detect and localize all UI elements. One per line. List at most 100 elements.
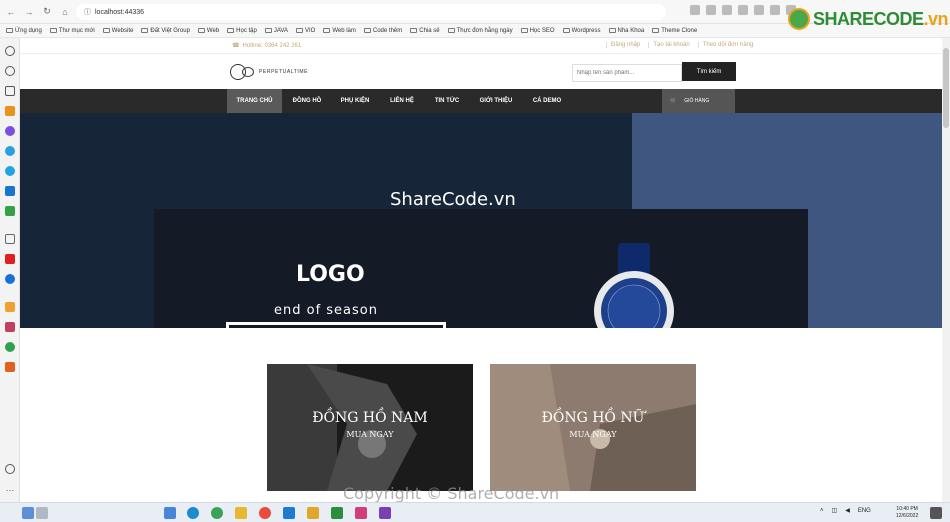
skype-icon[interactable] bbox=[5, 166, 15, 176]
folder-icon bbox=[520, 28, 528, 33]
nav-demo[interactable]: CÁ DEMO bbox=[524, 89, 570, 113]
folder-icon bbox=[363, 28, 371, 33]
volume-icon[interactable]: ◀ bbox=[845, 507, 850, 514]
bookmark-item[interactable]: Thực đơn hằng ngày bbox=[447, 28, 513, 34]
youtube-icon[interactable] bbox=[5, 254, 15, 264]
telegram-icon[interactable] bbox=[5, 146, 15, 156]
sharecode-suffix: .vn bbox=[923, 8, 949, 29]
search-button[interactable]: Tìm kiếm bbox=[682, 62, 736, 81]
bookmark-item[interactable]: Thư mục mới bbox=[49, 28, 95, 34]
chat-app-icon[interactable] bbox=[211, 507, 223, 519]
bookmark-item[interactable]: JAVA bbox=[264, 28, 288, 34]
profile-icon[interactable] bbox=[5, 322, 15, 332]
back-icon[interactable]: ← bbox=[4, 5, 18, 19]
notepad-icon[interactable] bbox=[331, 507, 343, 519]
bookmark-item[interactable]: Chia sẻ bbox=[410, 28, 440, 34]
shop-now-link[interactable]: MUA NGAY bbox=[490, 430, 696, 439]
language-indicator[interactable]: ENG bbox=[858, 508, 871, 514]
folder-icon bbox=[562, 28, 570, 33]
hero-frame bbox=[226, 322, 446, 328]
system-clock[interactable]: 10:40 PM 12/6/2022 bbox=[896, 506, 918, 520]
category-tile-men[interactable]: ĐỒNG HỒ NAM MUA NGAY bbox=[267, 364, 473, 491]
cart-button[interactable]: 🛒 GIỎ HÀNG bbox=[662, 89, 735, 113]
more-icon[interactable]: … bbox=[5, 484, 15, 494]
edge-icon[interactable] bbox=[187, 507, 199, 519]
hero-subtitle: end of season bbox=[274, 303, 378, 318]
extensions bbox=[690, 5, 796, 15]
bookmark-item[interactable]: Web bbox=[197, 28, 219, 34]
reload-icon[interactable]: ↻ bbox=[40, 5, 54, 19]
extension-icon[interactable] bbox=[754, 5, 764, 15]
notification-bell-icon[interactable] bbox=[5, 464, 15, 474]
extension-icon[interactable] bbox=[690, 5, 700, 15]
facebook-icon[interactable] bbox=[5, 274, 15, 284]
vscode-icon[interactable] bbox=[283, 507, 295, 519]
extension-icon[interactable] bbox=[5, 342, 15, 352]
search-input[interactable] bbox=[572, 64, 682, 82]
start-icon[interactable] bbox=[22, 507, 34, 519]
bookmark-item[interactable]: Theme Clone bbox=[652, 28, 697, 34]
notification-center-icon[interactable] bbox=[930, 507, 942, 519]
store-icon[interactable] bbox=[5, 362, 15, 372]
nav-accessories[interactable]: PHỤ KIỆN bbox=[332, 89, 378, 113]
category-tile-women[interactable]: ĐỒNG HỒ NỮ MUA NGAY bbox=[490, 364, 696, 491]
settings-icon[interactable] bbox=[5, 46, 15, 56]
visual-studio-icon[interactable] bbox=[379, 507, 391, 519]
chrome-icon[interactable] bbox=[259, 507, 271, 519]
network-icon[interactable]: ◫ bbox=[832, 507, 838, 514]
sharecode-name: SHARECODE bbox=[813, 8, 924, 29]
folder-icon bbox=[652, 28, 660, 33]
home-icon[interactable]: ⌂ bbox=[58, 5, 72, 19]
register-link[interactable]: Tạo tài khoản bbox=[648, 42, 690, 48]
shop-now-link[interactable]: MUA NGAY bbox=[267, 430, 473, 439]
nav-watches[interactable]: ĐỒNG HỒ bbox=[282, 89, 332, 113]
bookmark-item[interactable]: Website bbox=[102, 28, 133, 34]
bookmark-item[interactable]: Ứng dụng bbox=[6, 28, 42, 34]
login-link[interactable]: Đăng nhập bbox=[606, 42, 640, 48]
bookmark-item[interactable]: VIO bbox=[295, 28, 315, 34]
bookmark-item[interactable]: Nha Khoa bbox=[608, 28, 644, 34]
extension-icon[interactable] bbox=[706, 5, 716, 15]
nav-home[interactable]: TRANG CHỦ bbox=[227, 89, 282, 113]
bookmark-item[interactable]: Wordpress bbox=[562, 28, 601, 34]
nav-news[interactable]: TIN TỨC bbox=[426, 89, 468, 113]
shop-icon[interactable] bbox=[5, 302, 15, 312]
address-bar[interactable]: ⓘ localhost:44336 bbox=[76, 4, 666, 20]
file-explorer-icon[interactable] bbox=[235, 507, 247, 519]
hero-card bbox=[154, 209, 808, 328]
nav-about[interactable]: GIỚI THIỆU bbox=[468, 89, 524, 113]
game-icon[interactable] bbox=[5, 206, 15, 216]
chevron-up-icon[interactable]: ˄ bbox=[820, 508, 824, 514]
nav-contact[interactable]: LIÊN HỆ bbox=[378, 89, 426, 113]
add-icon[interactable] bbox=[5, 234, 15, 244]
site-logo[interactable]: PERPETUALTIME bbox=[230, 64, 308, 80]
bookmark-item[interactable]: Web làm bbox=[323, 28, 356, 34]
widget-icon[interactable] bbox=[36, 507, 48, 519]
main-navigation: TRANG CHỦ ĐỒNG HỒ PHỤ KIỆN LIÊN HỆ TIN T… bbox=[20, 89, 942, 113]
folder-icon bbox=[447, 28, 455, 33]
bookmark-item[interactable]: Code thêm bbox=[363, 28, 402, 34]
track-order-link[interactable]: Theo dõi đơn hàng bbox=[697, 42, 753, 48]
bookmark-item[interactable]: Học tập bbox=[227, 28, 257, 34]
copyright-watermark: Copyright © ShareCode.vn bbox=[343, 484, 560, 503]
cloud-icon[interactable] bbox=[164, 507, 176, 519]
scroll-thumb[interactable] bbox=[943, 48, 949, 128]
address-url: localhost:44336 bbox=[95, 8, 145, 16]
notes-icon[interactable] bbox=[5, 86, 15, 96]
women-watch-photo bbox=[490, 364, 696, 491]
hero-banner[interactable]: ShareCode.vn LOGO end of season bbox=[20, 113, 942, 328]
paint-icon[interactable] bbox=[355, 507, 367, 519]
extension-icon[interactable] bbox=[722, 5, 732, 15]
history-icon[interactable] bbox=[5, 66, 15, 76]
crown-icon[interactable] bbox=[5, 106, 15, 116]
sublime-icon[interactable] bbox=[307, 507, 319, 519]
bookmark-item[interactable]: Học SEO bbox=[520, 28, 555, 34]
chart-app-icon[interactable] bbox=[5, 186, 15, 196]
messenger-icon[interactable] bbox=[5, 126, 15, 136]
page-scrollbar[interactable] bbox=[942, 38, 950, 502]
extension-icon[interactable] bbox=[770, 5, 780, 15]
windows-taskbar: ˄ ◫ ◀ ENG 10:40 PM 12/6/2022 bbox=[0, 502, 950, 522]
forward-icon[interactable]: → bbox=[22, 5, 36, 19]
bookmark-item[interactable]: Đất Việt Group bbox=[141, 28, 190, 34]
extension-icon[interactable] bbox=[738, 5, 748, 15]
